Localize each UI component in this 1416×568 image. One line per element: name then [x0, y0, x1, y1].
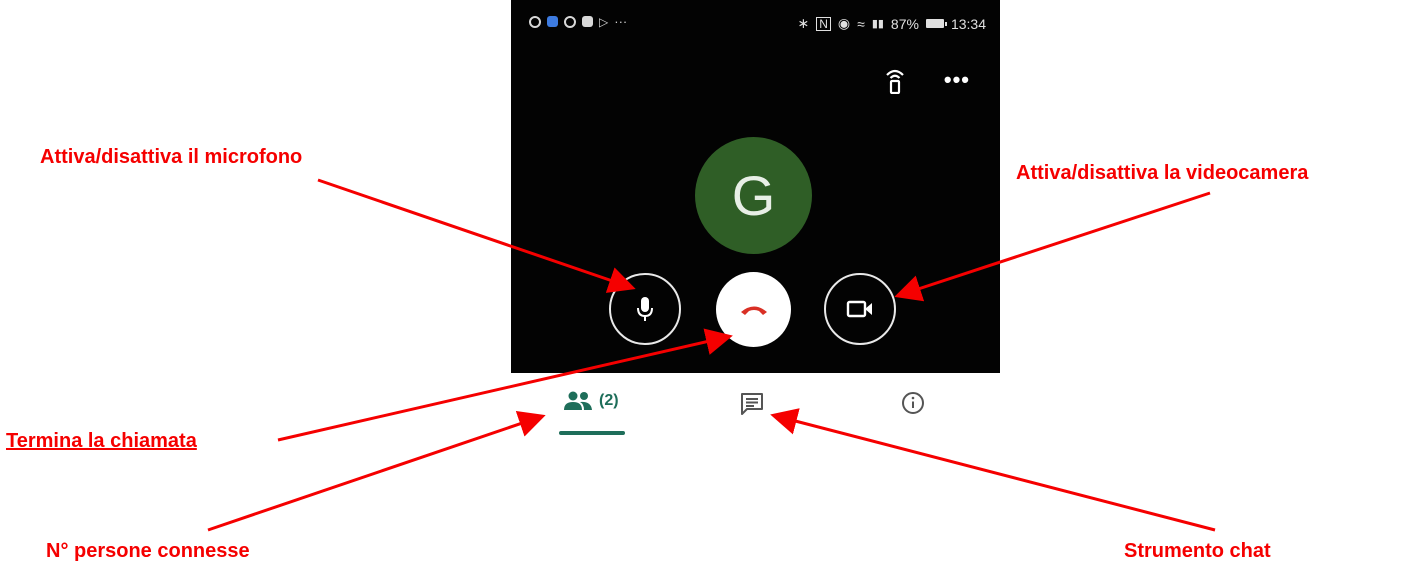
people-count: (2)	[599, 392, 619, 409]
signal-icon: ▮▮	[871, 18, 884, 30]
people-icon	[564, 391, 592, 410]
tab-people[interactable]: (2)	[563, 391, 619, 411]
nfc-icon: N	[816, 16, 831, 31]
cast-icon[interactable]	[884, 66, 906, 94]
chat-icon	[741, 393, 763, 415]
battery-percent: 87%	[890, 15, 919, 32]
system-status: ∗ N ◉ ≈ ▮▮ 87% 13:34	[798, 15, 987, 32]
shield-icon	[547, 16, 558, 27]
end-call-icon	[740, 306, 767, 315]
mail-icon	[582, 16, 593, 27]
call-tab-bar: (2)	[511, 373, 1000, 443]
more-notifications: ···	[614, 14, 628, 29]
microphone-icon	[637, 297, 653, 321]
clock: 13:34	[950, 15, 986, 32]
end-call-button[interactable]	[716, 272, 791, 347]
bluetooth-icon: ∗	[797, 15, 810, 31]
call-top-actions: •••	[884, 66, 970, 94]
videocam-icon	[846, 300, 872, 318]
label-people: N° persone connesse	[46, 540, 250, 562]
microphone-button[interactable]	[609, 273, 681, 345]
battery-icon	[925, 19, 947, 28]
label-camera: Attiva/disattiva la videocamera	[1016, 162, 1309, 184]
camera-button[interactable]	[824, 273, 896, 345]
alarm-icon	[564, 15, 576, 28]
participant-avatar: G	[695, 137, 812, 254]
tab-info[interactable]	[901, 391, 925, 415]
eye-comfort-icon: ◉	[837, 15, 851, 31]
active-tab-indicator	[559, 431, 625, 435]
play-icon: ▷	[599, 14, 609, 29]
label-chat: Strumento chat	[1124, 540, 1271, 562]
info-icon	[902, 392, 924, 414]
more-icon[interactable]: •••	[944, 69, 970, 91]
arrow-people	[207, 410, 546, 532]
status-bar: ▷ ··· ∗ N ◉ ≈ ▮▮ 87% 13:34	[511, 0, 1000, 50]
tab-chat[interactable]	[739, 391, 765, 417]
wifi-icon: ≈	[857, 15, 865, 32]
label-microphone: Attiva/disattiva il microfono	[40, 146, 303, 168]
call-screen: ▷ ··· ∗ N ◉ ≈ ▮▮ 87% 13:34 ••• G	[511, 0, 1000, 373]
notification-icons: ▷ ···	[529, 14, 627, 29]
location-icon	[529, 15, 541, 28]
label-end-call: Termina la chiamata	[6, 430, 197, 452]
